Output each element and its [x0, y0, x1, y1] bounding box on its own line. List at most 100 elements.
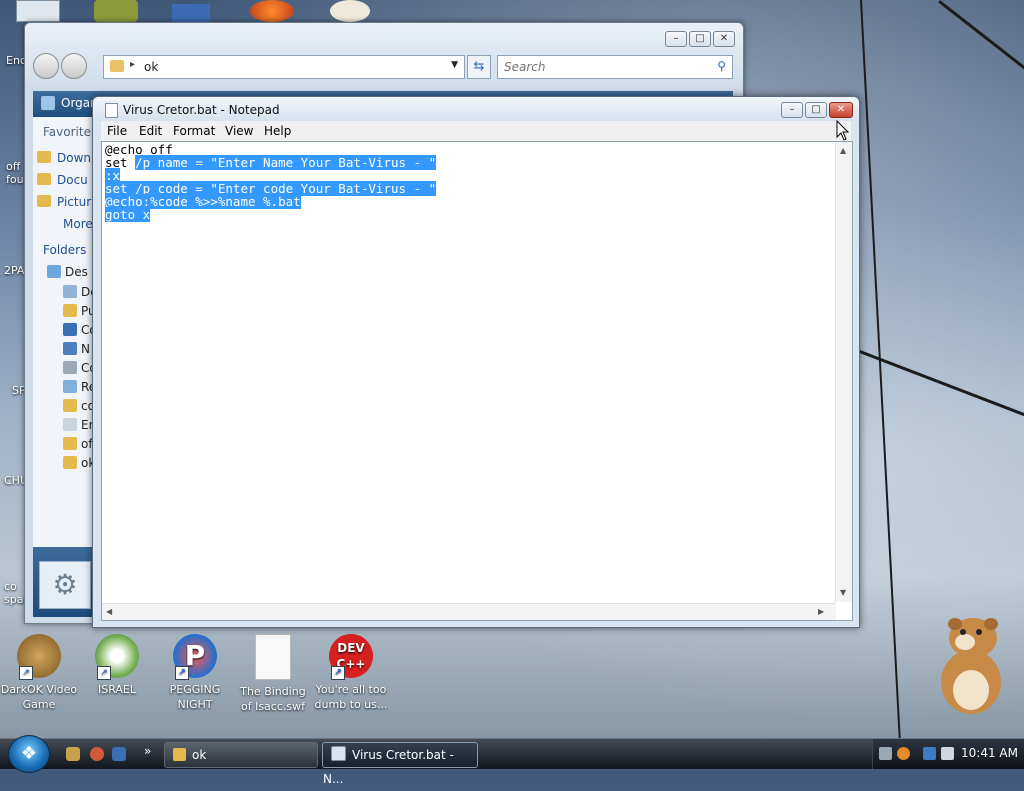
hamster-gadget-icon [941, 618, 1001, 714]
favorite-link-downloads[interactable]: Down [37, 151, 91, 165]
desktop-icon-dev-cpp[interactable]: DEV C++ ↗ You're all too dumb to us... [312, 634, 390, 712]
notepad-window-controls: – □ ✕ [781, 102, 853, 118]
clock[interactable]: 10:41 AM [961, 746, 1018, 760]
maximize-button[interactable]: □ [689, 31, 711, 47]
desktop-icon-label-partial[interactable]: co spar [4, 580, 28, 606]
maximize-button[interactable]: □ [805, 102, 827, 118]
document-icon [63, 285, 77, 298]
desktop-icon-label: You're all too dumb to us... [314, 683, 388, 711]
organize-icon [41, 96, 55, 110]
taskbar-button-notepad[interactable]: Virus Cretor.bat - N... [322, 742, 478, 786]
close-button[interactable]: ✕ [829, 102, 853, 118]
notepad-title-bar[interactable]: Virus Cretor.bat - Notepad – □ ✕ [93, 97, 859, 121]
desktop-icon-top-partial[interactable] [16, 0, 60, 22]
tree-item[interactable]: co [63, 399, 95, 413]
desktop-icon-label: PEGGING NIGHT [169, 683, 221, 711]
code-line-6-selected: goto x [105, 207, 151, 222]
tray-app-icon[interactable] [879, 747, 892, 760]
quicklaunch-icon[interactable] [66, 747, 80, 761]
desktop-icon-label: ISRAEL [97, 683, 137, 696]
chevron-down-icon[interactable]: ▼ [451, 60, 458, 70]
desktop-icon-top-partial[interactable] [250, 0, 294, 22]
show-desktop-icon[interactable] [112, 747, 126, 761]
volume-muted-icon[interactable] [941, 747, 954, 760]
quicklaunch-overflow-button[interactable]: » [144, 744, 151, 758]
folders-header[interactable]: Folders [43, 243, 86, 257]
window-icon [63, 418, 77, 431]
taskbar: ❖ » ok Virus Cretor.bat - N... 10:41 AM [0, 735, 1024, 786]
scroll-right-arrow-icon[interactable]: ▶ [818, 607, 824, 616]
scroll-down-arrow-icon[interactable]: ▼ [840, 588, 846, 597]
tree-item[interactable]: of [63, 437, 93, 451]
folder-icon [63, 437, 77, 450]
desktop-icon-label: DarkOK Video Game [0, 683, 78, 711]
menu-file[interactable]: File [107, 124, 127, 138]
blank-file-icon [255, 634, 291, 680]
mouse-pointer-icon [836, 120, 850, 141]
menu-edit[interactable]: Edit [139, 124, 162, 138]
quicklaunch-icon[interactable] [90, 747, 104, 761]
tree-item[interactable]: Des [47, 265, 88, 279]
desktop-icon-label-partial[interactable]: off fou [6, 160, 26, 186]
desktop-icon-top-partial[interactable] [94, 0, 138, 22]
desktop-icon-pegging-night[interactable]: P ↗ PEGGING NIGHT [156, 634, 234, 712]
window-title: Virus Cretor.bat - Notepad [123, 103, 280, 117]
taskbar-button-explorer[interactable]: ok [164, 742, 318, 768]
tree-item[interactable]: ok [63, 456, 95, 470]
desktop-icon-top-partial[interactable] [330, 0, 370, 22]
scroll-up-arrow-icon[interactable]: ▲ [840, 146, 846, 155]
favorite-link-pictures[interactable]: Pictur [37, 195, 91, 209]
menu-help[interactable]: Help [264, 124, 291, 138]
network-icon[interactable] [923, 747, 936, 760]
menu-view[interactable]: View [225, 124, 253, 138]
address-bar[interactable]: ▸ ok ▼ [103, 55, 465, 79]
favorite-link-documents[interactable]: Docu [37, 173, 88, 187]
menu-bar: File Edit Format View Help [101, 121, 851, 141]
tree-item[interactable]: N [63, 342, 90, 356]
refresh-button[interactable]: ⇆ [467, 55, 491, 79]
vertical-scrollbar[interactable]: ▲ ▼ [835, 142, 852, 602]
notepad-icon [331, 746, 346, 761]
menu-format[interactable]: Format [173, 124, 215, 138]
horizontal-scrollbar[interactable]: ◀ ▶ [102, 603, 836, 620]
search-input[interactable] [502, 58, 706, 76]
notepad-icon [105, 103, 118, 118]
text-editor[interactable]: @echo off set /p name = "Enter Name Your… [101, 141, 853, 621]
dev-cpp-icon: DEV C++ ↗ [329, 634, 373, 680]
computer-icon [63, 323, 77, 336]
search-icon[interactable]: ⚲ [717, 59, 726, 73]
desktop-icon-top-partial[interactable] [172, 4, 210, 22]
editor-content[interactable]: @echo off set /p name = "Enter Name Your… [105, 143, 437, 222]
desktop-icon-label-partial[interactable]: 2PA [4, 264, 24, 277]
start-button[interactable]: ❖ [8, 735, 50, 773]
search-tray-icon[interactable] [897, 747, 910, 760]
close-button[interactable]: ✕ [713, 31, 735, 47]
minimize-button[interactable]: – [781, 102, 803, 118]
address-text: ok [144, 60, 159, 74]
p-logo-icon: P ↗ [173, 634, 217, 680]
notepad-window[interactable]: Virus Cretor.bat - Notepad – □ ✕ File Ed… [92, 96, 860, 628]
desktop-icon-darkok[interactable]: ↗ DarkOK Video Game [0, 634, 78, 712]
desktop-icon [47, 265, 61, 278]
scroll-left-arrow-icon[interactable]: ◀ [106, 607, 112, 616]
flower-icon: ↗ [95, 634, 139, 680]
folder-icon [37, 151, 51, 163]
folder-icon [37, 195, 51, 207]
minimize-button[interactable]: – [665, 31, 687, 47]
control-panel-icon [63, 361, 77, 374]
code-line-2-selected: /p name = "Enter Name Your Bat-Virus - " [135, 155, 437, 170]
back-button[interactable] [33, 53, 59, 79]
network-icon [63, 342, 77, 355]
desktop-icon-binding-of-isacc[interactable]: The Binding of Isacc.swf [234, 634, 312, 714]
search-box[interactable]: ⚲ [497, 55, 733, 79]
tree-item[interactable]: Pu [63, 304, 96, 318]
desktop-icon-label-partial[interactable]: Enc [6, 54, 26, 67]
system-tray: 10:41 AM [872, 739, 1024, 769]
folder-icon [173, 748, 186, 761]
more-link[interactable]: More [63, 217, 93, 231]
desktop-icon-israel[interactable]: ↗ ISRAEL [78, 634, 156, 697]
explorer-window-controls: – □ ✕ [665, 31, 735, 47]
forward-button[interactable] [61, 53, 87, 79]
chevron-right-icon: ▸ [130, 59, 136, 70]
desktop-icon-label: The Binding of Isacc.swf [240, 685, 306, 713]
